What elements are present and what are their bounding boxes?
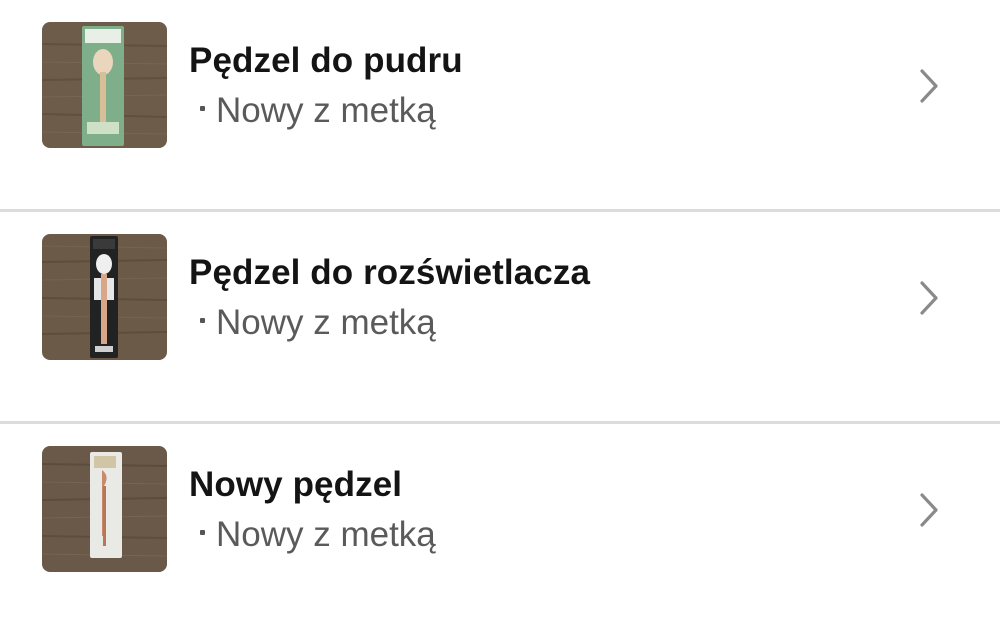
item-condition: Nowy z metką	[189, 300, 590, 346]
item-title: Pędzel do pudru	[189, 41, 463, 80]
item-title: Nowy pędzel	[189, 465, 403, 504]
item-text: Pędzel do pudru Nowy z metką	[189, 38, 463, 134]
bullet-icon	[200, 318, 205, 324]
item-title: Pędzel do rozświetlacza	[189, 253, 591, 292]
bullet-icon	[200, 530, 205, 536]
item-list: Pędzel do pudru Nowy z metką Pędzel do r…	[0, 0, 1000, 620]
item-condition: Nowy z metką	[189, 512, 436, 558]
item-thumbnail	[42, 22, 167, 148]
item-condition-label: Nowy z metką	[216, 91, 436, 130]
list-item[interactable]: Nowy pędzel Nowy z metką	[0, 424, 1000, 620]
item-condition-label: Nowy z metką	[216, 515, 436, 554]
chevron-right-icon[interactable]	[918, 280, 940, 316]
item-text: Nowy pędzel Nowy z metką	[189, 462, 436, 558]
list-item[interactable]: Pędzel do pudru Nowy z metką	[0, 0, 1000, 212]
item-condition-label: Nowy z metką	[216, 303, 436, 342]
item-text: Pędzel do rozświetlacza Nowy z metką	[189, 250, 590, 346]
item-condition: Nowy z metką	[189, 88, 463, 134]
chevron-right-icon[interactable]	[918, 68, 940, 104]
bullet-icon	[200, 106, 205, 112]
chevron-right-icon[interactable]	[918, 492, 940, 528]
item-thumbnail	[42, 446, 167, 572]
list-item[interactable]: Pędzel do rozświetlacza Nowy z metką	[0, 212, 1000, 424]
item-thumbnail	[42, 234, 167, 360]
